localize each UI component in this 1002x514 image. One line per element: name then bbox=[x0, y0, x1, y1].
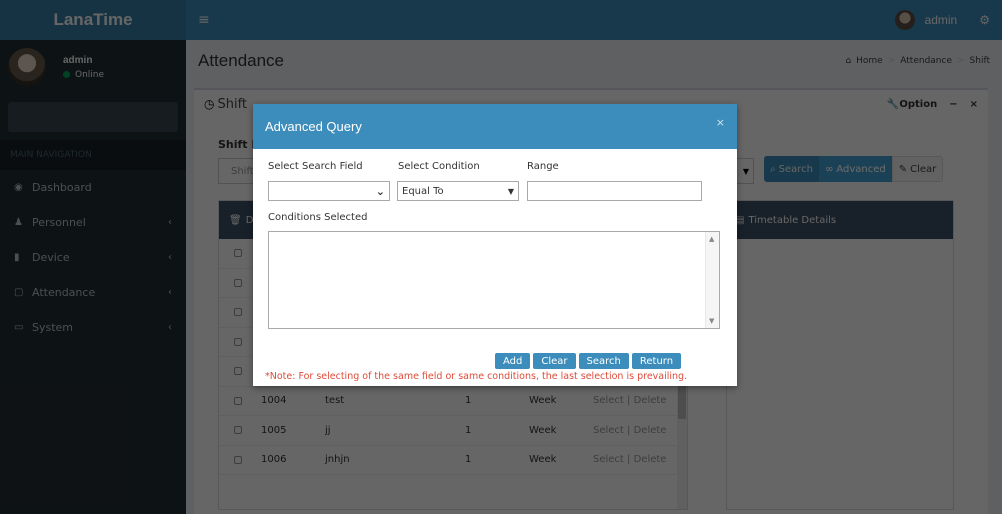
textarea-scrollbar[interactable]: ▲ ▼ bbox=[705, 232, 719, 328]
modal-header: Advanced Query × bbox=[253, 104, 737, 149]
condition-select[interactable]: Equal To ▼ bbox=[397, 181, 519, 201]
search-query-button[interactable]: Search bbox=[578, 353, 629, 369]
range-input[interactable] bbox=[527, 181, 702, 201]
clear-query-button[interactable]: Clear bbox=[533, 353, 576, 369]
modal-body: Select Search Field Select Condition Ran… bbox=[253, 149, 737, 386]
return-button[interactable]: Return bbox=[631, 353, 682, 369]
condition-label: Select Condition bbox=[398, 161, 480, 172]
condition-value: Equal To bbox=[402, 185, 444, 197]
close-icon[interactable]: × bbox=[716, 116, 725, 129]
search-field-label: Select Search Field bbox=[268, 161, 363, 172]
chevron-down-icon: ⌄ bbox=[375, 184, 385, 198]
note-text: *Note: For selecting of the same field o… bbox=[265, 371, 688, 382]
add-button[interactable]: Add bbox=[495, 353, 531, 369]
caret-down-icon: ▼ bbox=[507, 186, 514, 196]
modal-buttons: Add Clear Search Return bbox=[495, 353, 682, 369]
modal-title: Advanced Query bbox=[265, 119, 362, 134]
conditions-selected-textarea[interactable]: ▲ ▼ bbox=[268, 231, 720, 329]
scroll-down-icon[interactable]: ▼ bbox=[709, 317, 714, 325]
search-field-select[interactable]: ⌄ bbox=[268, 181, 390, 201]
conditions-selected-label: Conditions Selected bbox=[268, 212, 368, 223]
scroll-up-icon[interactable]: ▲ bbox=[709, 235, 714, 243]
range-label: Range bbox=[527, 161, 559, 172]
advanced-query-modal: Advanced Query × Select Search Field Sel… bbox=[253, 104, 737, 386]
